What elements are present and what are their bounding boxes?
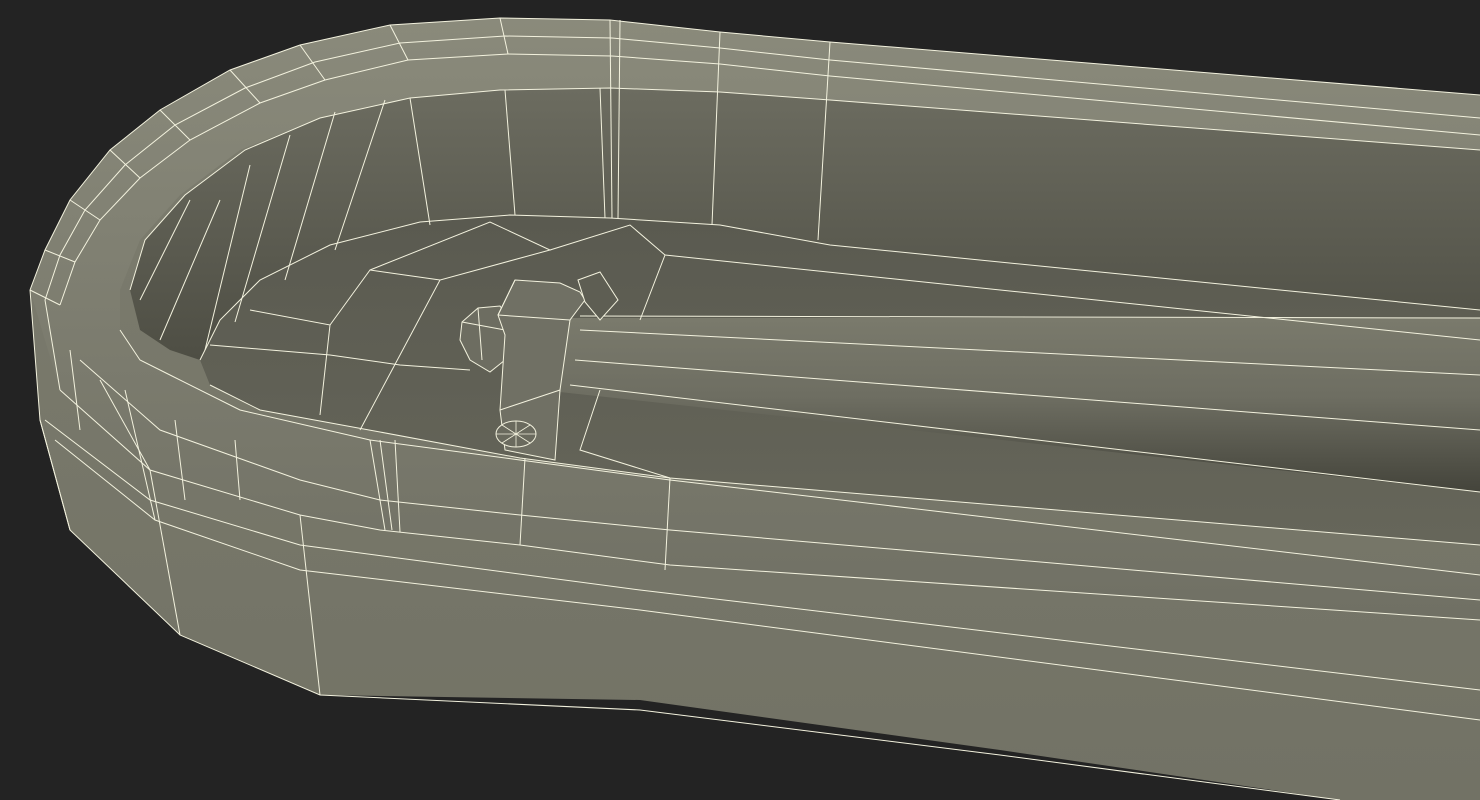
- render-viewport: [0, 0, 1480, 800]
- wireframe-render: [29, 17, 1480, 800]
- bolt-dome: [495, 420, 537, 448]
